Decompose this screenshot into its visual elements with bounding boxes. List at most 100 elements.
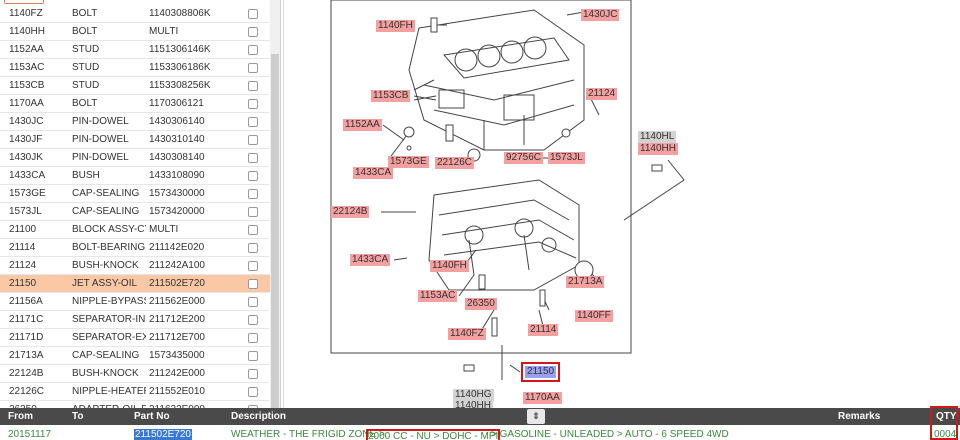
row-checkbox[interactable] <box>248 63 258 73</box>
diagram-callout[interactable]: 21124 <box>586 88 618 100</box>
parts-list-row[interactable]: 1573GE CAP-SEALING 1573430000 <box>0 185 270 203</box>
detail-description-engine: 2000 CC - NU > DOHC - MPI <box>366 429 501 440</box>
parts-list-row[interactable]: 21713A CAP-SEALING 1573435000 <box>0 347 270 365</box>
part-name: NIPPLE-HEATER <box>72 386 146 397</box>
diagram-callout[interactable]: 1573JL <box>548 152 585 164</box>
parts-list-row[interactable]: 1430JF PIN-DOWEL 1430310140 <box>0 131 270 149</box>
detail-from: 20151117 <box>8 429 52 440</box>
parts-list-row[interactable]: 21171C SEPARATOR-IN 211712E200 <box>0 311 270 329</box>
diagram-callout[interactable]: 1140FH <box>430 260 469 272</box>
parts-list-rows: 1140FZ BOLT 1140308806K 1140HH BOLT MULTI 1152… <box>0 5 270 408</box>
part-code: 1152AA <box>9 44 44 55</box>
row-checkbox[interactable] <box>248 315 258 325</box>
part-name: BOLT <box>72 98 98 109</box>
parts-list-row[interactable]: 1153CB STUD 1153308256K <box>0 77 270 95</box>
detail-header-row: From To Part No Description ⇕ Remarks QT… <box>0 408 960 425</box>
part-detail-table: From To Part No Description ⇕ Remarks QT… <box>0 408 960 440</box>
row-checkbox[interactable] <box>248 135 258 145</box>
parts-list-row[interactable]: 1153AC STUD 1153306186K <box>0 59 270 77</box>
part-number: 1430308140 <box>149 152 205 163</box>
parts-list-row[interactable]: 1170AA BOLT 1170306121 <box>0 95 270 113</box>
parts-list-row[interactable]: 1140FZ BOLT 1140308806K <box>0 5 270 23</box>
row-checkbox[interactable] <box>248 117 258 127</box>
parts-list-row[interactable]: 21150 JET ASSY-OIL 211502E720 <box>0 275 270 293</box>
diagram-callout[interactable]: 1140HH <box>638 143 678 155</box>
row-checkbox[interactable] <box>248 81 258 91</box>
parts-list-row[interactable]: 21171D SEPARATOR-EX 211712E700 <box>0 329 270 347</box>
diagram-callout[interactable]: 1140FZ <box>448 328 486 340</box>
part-number: 1140308806K <box>149 8 211 19</box>
row-checkbox[interactable] <box>248 369 258 379</box>
row-checkbox[interactable] <box>248 153 258 163</box>
parts-list-row[interactable]: 1430JC PIN-DOWEL 1430306140 <box>0 113 270 131</box>
parts-list-scrollbar[interactable] <box>270 0 280 408</box>
parts-list-row[interactable]: 21156A NIPPLE-BYPASS 211562E000 <box>0 293 270 311</box>
part-number: 211712E200 <box>149 314 205 325</box>
diagram-callout[interactable]: 1433CA <box>353 167 394 179</box>
row-checkbox[interactable] <box>248 297 258 307</box>
part-code: 1573GE <box>9 188 46 199</box>
part-name: STUD <box>72 62 100 73</box>
parts-list-row[interactable]: 21114 BOLT-BEARING ...211142E020 <box>0 239 270 257</box>
row-checkbox[interactable] <box>248 279 258 289</box>
row-checkbox[interactable] <box>248 333 258 343</box>
diagram-callout[interactable]: 22126C <box>435 157 475 169</box>
part-name: NIPPLE-BYPASS <box>72 296 146 307</box>
part-code: 21124 <box>9 260 37 271</box>
diagram-callout[interactable]: 21713A <box>566 276 605 288</box>
row-checkbox[interactable] <box>248 45 258 55</box>
part-number: 211562E000 <box>149 296 205 307</box>
row-checkbox[interactable] <box>248 27 258 37</box>
diagram-callout[interactable]: 1153AC <box>418 290 458 302</box>
row-checkbox[interactable] <box>248 9 258 19</box>
parts-list-row[interactable]: 26350ADAPTER-OIL F...211632E000 <box>0 401 270 408</box>
row-checkbox[interactable] <box>248 387 258 397</box>
row-checkbox[interactable] <box>248 99 258 109</box>
header-part-no: Part No <box>134 411 170 422</box>
diagram-callout[interactable]: 1140HL <box>638 131 677 143</box>
diagram-callout[interactable]: 21150 <box>520 362 561 382</box>
scrollbar-thumb[interactable] <box>271 54 279 408</box>
diagram-callout[interactable]: 1430JC <box>581 9 620 21</box>
part-number: 1573420000 <box>149 206 205 217</box>
parts-list-row[interactable]: 1433CA BUSH 1433108090 <box>0 167 270 185</box>
row-checkbox[interactable] <box>248 171 258 181</box>
diagram-callout[interactable]: 1573GE <box>388 156 429 168</box>
diagram-callout[interactable]: 1140FH <box>376 20 415 32</box>
parts-list-panel: 1140FZ BOLT 1140308806K 1140HH BOLT MULTI 1152… <box>0 0 281 408</box>
diagram-callout[interactable]: 21114 <box>528 324 559 336</box>
part-name: SEPARATOR-EX <box>72 332 146 343</box>
row-checkbox[interactable] <box>248 225 258 235</box>
parts-list-row[interactable]: 22124B BUSH-KNOCK 211242E000 <box>0 365 270 383</box>
parts-list-row[interactable]: 1140HH BOLT MULTI <box>0 23 270 41</box>
row-checkbox[interactable] <box>248 189 258 199</box>
diagram-callout[interactable]: 1140FF <box>575 310 613 322</box>
part-code: 1140FZ <box>9 8 43 19</box>
parts-list-row[interactable]: 21100 BLOCK ASSY-CY...MULTI <box>0 221 270 239</box>
diagram-callout[interactable]: 92756C <box>504 152 544 164</box>
part-number: 1430310140 <box>149 134 205 145</box>
part-number: 1151306146K <box>149 44 211 55</box>
parts-list-row[interactable]: 1430JK PIN-DOWEL 1430308140 <box>0 149 270 167</box>
part-code: 21156A <box>9 296 43 307</box>
diagram-callout[interactable]: 26350 <box>465 298 497 310</box>
sort-icon[interactable]: ⇕ <box>527 409 545 424</box>
row-checkbox[interactable] <box>248 351 258 361</box>
parts-list-row[interactable]: 1573JL CAP-SEALING 1573420000 <box>0 203 270 221</box>
parts-list-row[interactable]: 21124 BUSH-KNOCK 211242A100 <box>0 257 270 275</box>
detail-part-no[interactable]: 211502E720 <box>134 429 192 440</box>
parts-list-row[interactable]: 22126C NIPPLE-HEATER 211552E010 <box>0 383 270 401</box>
part-code: 22124B <box>9 368 44 379</box>
row-checkbox[interactable] <box>248 261 258 271</box>
part-number: MULTI <box>149 26 179 37</box>
diagram-callout[interactable]: 1433CA <box>350 254 391 266</box>
diagram-callout[interactable]: 1153CB <box>371 90 411 102</box>
part-name: BUSH-KNOCK <box>72 260 139 271</box>
diagram-callout[interactable]: 1170AA <box>523 392 562 404</box>
row-checkbox[interactable] <box>248 243 258 253</box>
diagram-callout[interactable]: 1152AA <box>343 119 382 131</box>
diagram-callout[interactable]: 22124B <box>331 206 370 218</box>
detail-row[interactable]: 20151117 211502E720 WEATHER - THE FRIGID… <box>0 425 960 440</box>
row-checkbox[interactable] <box>248 207 258 217</box>
parts-list-row[interactable]: 1152AA STUD 1151306146K <box>0 41 270 59</box>
